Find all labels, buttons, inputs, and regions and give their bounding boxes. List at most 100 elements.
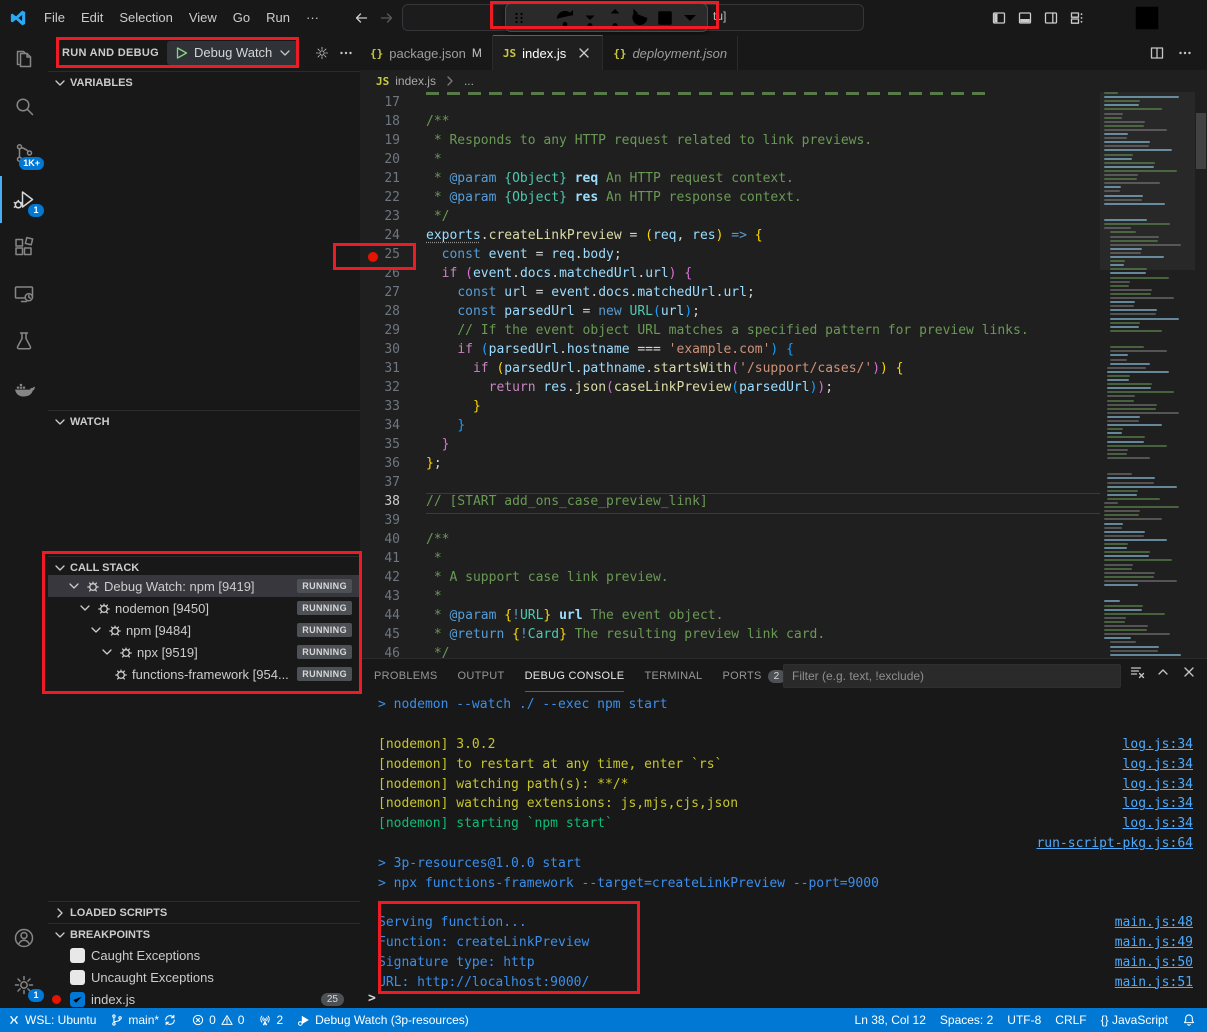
line-number[interactable]: 22	[360, 190, 424, 209]
eol[interactable]: CRLF	[1048, 1008, 1093, 1032]
panel-tab-output[interactable]: OUTPUT	[458, 660, 505, 693]
call-stack-session[interactable]: Debug Watch: npm [9419]RUNNING	[48, 575, 360, 597]
pause-button[interactable]	[528, 7, 552, 29]
notifications[interactable]	[1175, 1008, 1203, 1032]
toggle-panel-icon[interactable]	[1017, 10, 1033, 26]
maximize-button[interactable]	[1127, 0, 1167, 35]
line-number[interactable]: 29	[360, 323, 424, 342]
step-out-button[interactable]	[603, 7, 627, 29]
customize-layout-icon[interactable]	[1069, 10, 1085, 26]
go-back-icon[interactable]	[353, 10, 369, 26]
line-number[interactable]: 30	[360, 342, 424, 361]
call-stack-session[interactable]: functions-framework [954...RUNNING	[48, 663, 360, 685]
panel-tab-problems[interactable]: PROBLEMS	[374, 660, 438, 693]
close-tab-icon[interactable]	[576, 45, 592, 61]
editor-more-icon[interactable]	[1177, 45, 1193, 61]
gear-icon[interactable]	[314, 45, 330, 61]
section-loaded-scripts[interactable]: LOADED SCRIPTS	[48, 901, 360, 923]
launch-config-dropdown[interactable]: Debug Watch	[167, 41, 299, 65]
panel-tab-debug-console[interactable]: DEBUG CONSOLE	[525, 660, 625, 693]
line-number[interactable]: 43	[360, 589, 424, 608]
line-number[interactable]: 26	[360, 266, 424, 285]
breakpoint-glyph[interactable]	[368, 252, 378, 262]
line-number[interactable]: 18	[360, 114, 424, 133]
restart-button[interactable]	[628, 7, 652, 29]
cursor-position[interactable]: Ln 38, Col 12	[848, 1008, 933, 1032]
console-prompt[interactable]: >	[360, 989, 376, 1007]
console-source-link[interactable]: log.js:34	[1123, 737, 1193, 752]
breakpoint-checkbox[interactable]	[70, 948, 85, 963]
console-source-link[interactable]: main.js:48	[1115, 915, 1193, 930]
activity-source-control[interactable]: 1K+	[0, 129, 48, 176]
line-number[interactable]: 39	[360, 513, 424, 532]
code-editor[interactable]: 1718192021222324252627282930313233343536…	[360, 92, 1100, 658]
line-number[interactable]: 20	[360, 152, 424, 171]
line-number[interactable]: 27	[360, 285, 424, 304]
breakpoint-row[interactable]: Uncaught Exceptions	[48, 966, 360, 988]
start-debug-icon[interactable]	[173, 45, 189, 61]
stop-button[interactable]	[653, 7, 677, 29]
editor-gutter[interactable]: 1718192021222324252627282930313233343536…	[360, 95, 424, 658]
toolbar-gripper[interactable]	[511, 7, 527, 29]
forwarded-ports[interactable]: 2	[251, 1008, 290, 1032]
tab-package-json[interactable]: {}package.jsonM	[360, 35, 493, 70]
close-window-button[interactable]	[1167, 0, 1207, 35]
debug-console-output[interactable]: > nodemon --watch ./ --exec npm start[no…	[360, 695, 1207, 989]
call-stack-session[interactable]: nodemon [9450]RUNNING	[48, 597, 360, 619]
line-number[interactable]: 31	[360, 361, 424, 380]
line-number[interactable]: 45	[360, 627, 424, 646]
console-filter-input[interactable]	[783, 664, 1121, 688]
line-number[interactable]: 36	[360, 456, 424, 475]
line-number[interactable]: 40	[360, 532, 424, 551]
breadcrumb-file[interactable]: index.js	[395, 74, 436, 88]
activity-explorer[interactable]	[0, 35, 48, 82]
menu-selection[interactable]: Selection	[111, 7, 180, 28]
line-number[interactable]: 42	[360, 570, 424, 589]
console-source-link[interactable]: run-script-pkg.js:64	[1036, 836, 1193, 851]
activity-accounts[interactable]	[0, 914, 48, 961]
line-number[interactable]: 35	[360, 437, 424, 456]
line-number[interactable]: 17	[360, 95, 424, 114]
console-source-link[interactable]: log.js:34	[1123, 777, 1193, 792]
breakpoint-row[interactable]: index.js25	[48, 988, 360, 1010]
activity-extensions[interactable]	[0, 223, 48, 270]
remote-indicator[interactable]: WSL: Ubuntu	[0, 1008, 103, 1032]
language-mode[interactable]: {} JavaScript	[1094, 1008, 1175, 1032]
console-source-link[interactable]: log.js:34	[1123, 757, 1193, 772]
go-forward-icon[interactable]	[379, 10, 395, 26]
menu-edit[interactable]: Edit	[73, 7, 111, 28]
menu-go[interactable]: Go	[225, 7, 258, 28]
line-number[interactable]: 24	[360, 228, 424, 247]
editor-scrollbar[interactable]	[1195, 92, 1207, 658]
console-source-link[interactable]: log.js:34	[1123, 816, 1193, 831]
line-number[interactable]: 19	[360, 133, 424, 152]
code-content[interactable]: /** * Responds to any HTTP request relat…	[426, 95, 1100, 658]
line-number[interactable]: 21	[360, 171, 424, 190]
menu-run[interactable]: Run	[258, 7, 298, 28]
console-source-link[interactable]: main.js:49	[1115, 935, 1193, 950]
line-number[interactable]: 34	[360, 418, 424, 437]
activity-settings[interactable]: 1	[0, 961, 48, 1008]
console-source-link[interactable]: log.js:34	[1123, 796, 1193, 811]
clear-console-icon[interactable]	[1129, 664, 1145, 680]
line-number[interactable]: 32	[360, 380, 424, 399]
indentation[interactable]: Spaces: 2	[933, 1008, 1000, 1032]
line-number[interactable]: 23	[360, 209, 424, 228]
console-source-link[interactable]: main.js:51	[1115, 975, 1193, 990]
call-stack-session[interactable]: npm [9484]RUNNING	[48, 619, 360, 641]
section-watch[interactable]: WATCH	[48, 410, 360, 432]
menu-view[interactable]: View	[181, 7, 225, 28]
close-panel-icon[interactable]	[1181, 664, 1197, 680]
line-number[interactable]: 41	[360, 551, 424, 570]
line-number[interactable]: 46	[360, 646, 424, 658]
line-number[interactable]: 33	[360, 399, 424, 418]
activity-remote-explorer[interactable]	[0, 270, 48, 317]
section-variables[interactable]: VARIABLES	[48, 71, 360, 93]
breadcrumb[interactable]: JS index.js ...	[360, 70, 1207, 92]
scrollbar-thumb[interactable]	[1196, 113, 1206, 169]
split-editor-icon[interactable]	[1149, 45, 1165, 61]
minimap[interactable]	[1100, 92, 1195, 658]
toggle-secondary-sidebar-icon[interactable]	[1043, 10, 1059, 26]
encoding[interactable]: UTF-8	[1000, 1008, 1048, 1032]
line-number[interactable]: 38	[360, 494, 424, 513]
